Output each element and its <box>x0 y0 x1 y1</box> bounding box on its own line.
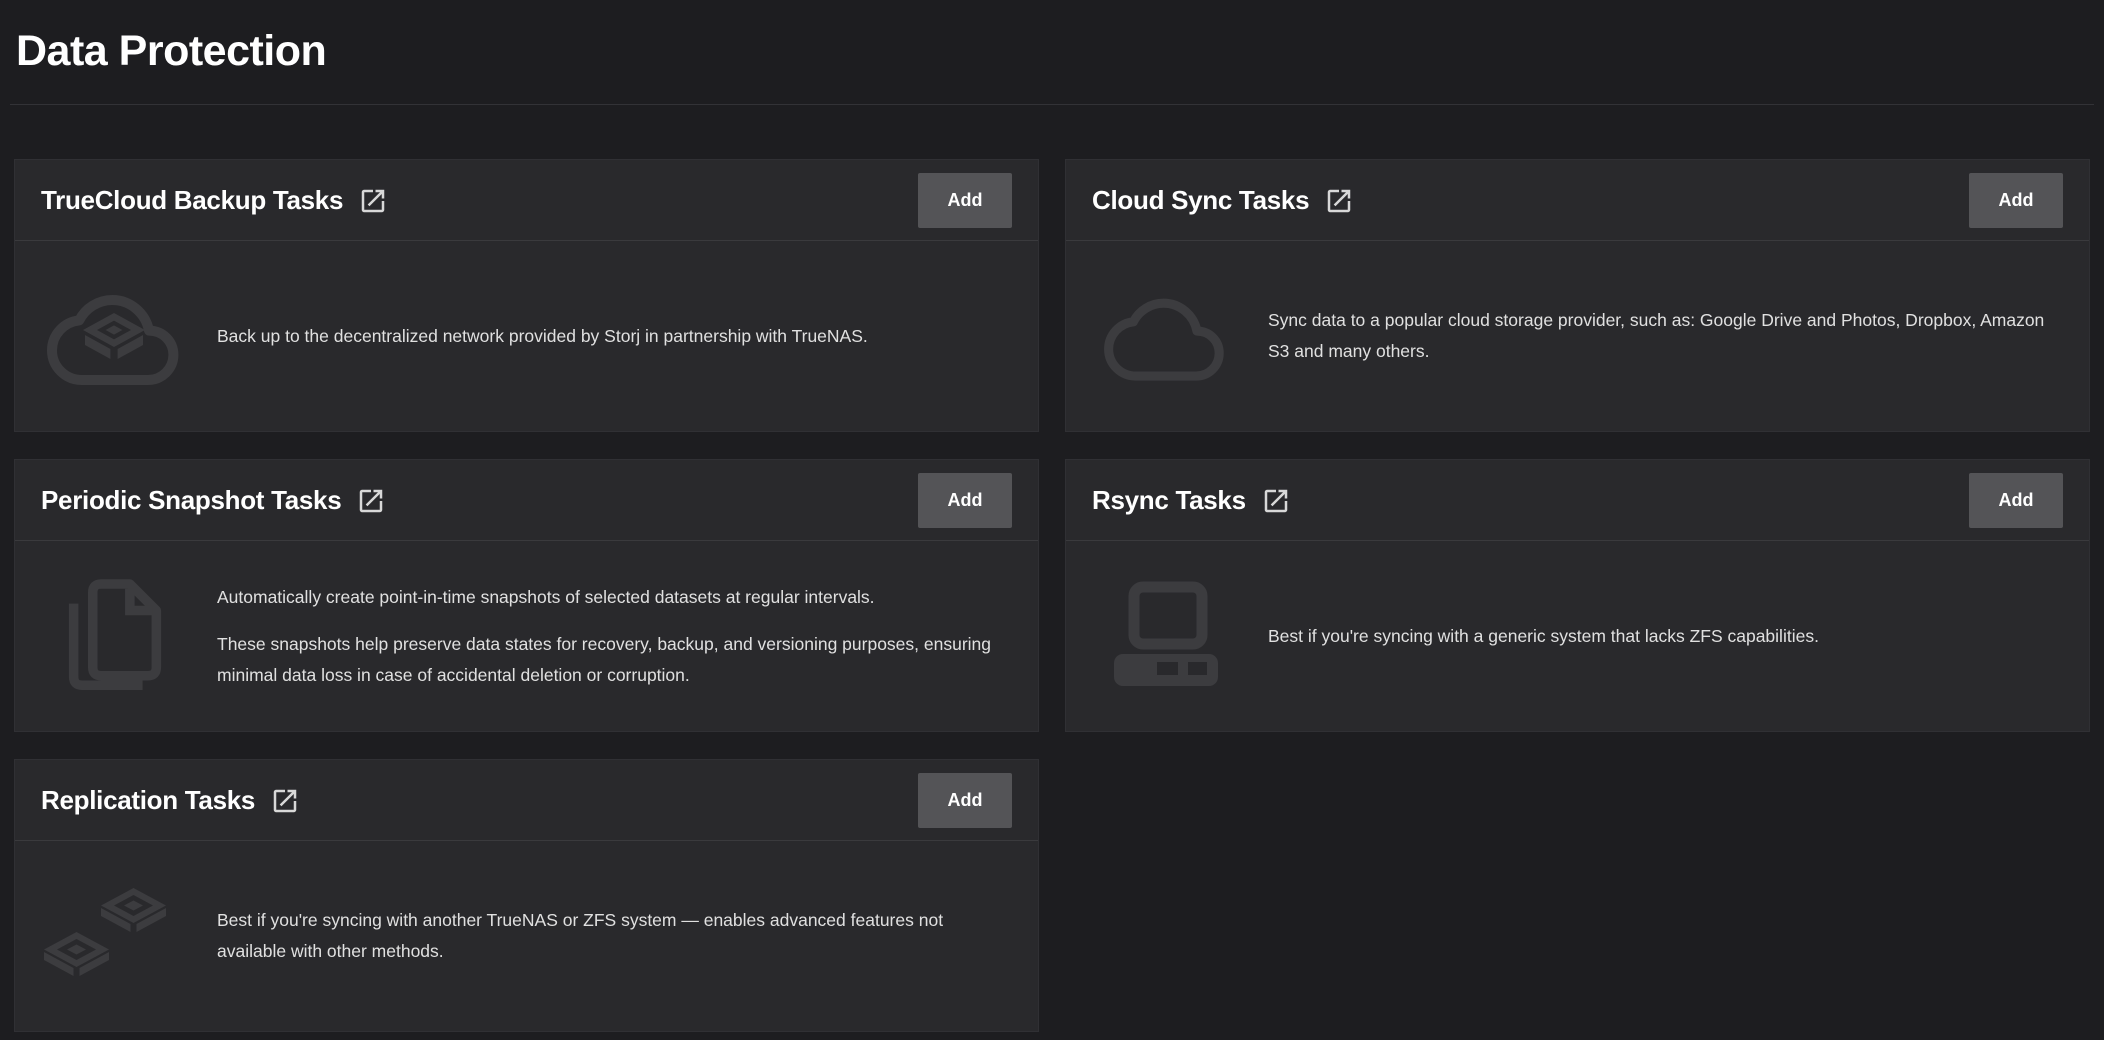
card-description-paragraph: Automatically create point-in-time snaps… <box>217 582 1008 613</box>
storj-cloud-icon <box>47 280 183 392</box>
card-title: Cloud Sync Tasks <box>1092 185 1309 216</box>
card-add-button[interactable]: Add <box>1969 473 2063 528</box>
card-rsync-tasks: Rsync Tasks Add Best if you're syncing w… <box>1065 459 2090 732</box>
card-description-paragraph: Best if you're syncing with a generic sy… <box>1268 621 2059 652</box>
page-title: Data Protection <box>16 26 2090 76</box>
card-description-paragraph: These snapshots help preserve data state… <box>217 629 1008 691</box>
card-description: Sync data to a popular cloud storage pro… <box>1268 305 2059 367</box>
card-icon <box>41 888 189 984</box>
open-in-new-icon[interactable] <box>358 186 388 216</box>
card-description-paragraph: Best if you're syncing with another True… <box>217 905 1008 967</box>
card-body: Back up to the decentralized network pro… <box>15 241 1038 431</box>
card-header: Cloud Sync Tasks Add <box>1066 160 2089 241</box>
card-add-button[interactable]: Add <box>918 473 1012 528</box>
card-title: Periodic Snapshot Tasks <box>41 485 341 516</box>
card-header: Rsync Tasks Add <box>1066 460 2089 541</box>
card-truecloud-backup-tasks: TrueCloud Backup Tasks Add <box>14 159 1039 432</box>
card-header: TrueCloud Backup Tasks Add <box>15 160 1038 241</box>
open-in-new-icon[interactable] <box>1324 186 1354 216</box>
card-cloud-sync-tasks: Cloud Sync Tasks Add Sync data to a popu… <box>1065 159 2090 432</box>
card-body: Best if you're syncing with another True… <box>15 841 1038 1031</box>
card-title: Rsync Tasks <box>1092 485 1246 516</box>
title-divider <box>10 104 2094 105</box>
card-header: Replication Tasks Add <box>15 760 1038 841</box>
card-periodic-snapshot-tasks: Periodic Snapshot Tasks Add Automaticall… <box>14 459 1039 732</box>
computer-icon <box>1108 581 1224 691</box>
card-header: Periodic Snapshot Tasks Add <box>15 460 1038 541</box>
card-icon <box>1092 285 1240 387</box>
truenas-cubes-icon <box>44 888 186 984</box>
card-add-button[interactable]: Add <box>918 773 1012 828</box>
cloud-icon <box>1104 285 1228 387</box>
card-description: Best if you're syncing with a generic sy… <box>1268 621 2059 652</box>
card-body: Best if you're syncing with a generic sy… <box>1066 541 2089 731</box>
cards-grid: TrueCloud Backup Tasks Add <box>14 159 2090 1032</box>
card-description-paragraph: Back up to the decentralized network pro… <box>217 321 1008 352</box>
card-title: TrueCloud Backup Tasks <box>41 185 343 216</box>
card-icon <box>41 280 189 392</box>
open-in-new-icon[interactable] <box>270 786 300 816</box>
card-description-paragraph: Sync data to a popular cloud storage pro… <box>1268 305 2059 367</box>
card-body: Sync data to a popular cloud storage pro… <box>1066 241 2089 431</box>
card-description: Best if you're syncing with another True… <box>217 905 1008 967</box>
card-body: Automatically create point-in-time snaps… <box>15 541 1038 731</box>
open-in-new-icon[interactable] <box>1261 486 1291 516</box>
card-add-button[interactable]: Add <box>1969 173 2063 228</box>
open-in-new-icon[interactable] <box>356 486 386 516</box>
card-description: Automatically create point-in-time snaps… <box>217 582 1008 691</box>
card-replication-tasks: Replication Tasks Add <box>14 759 1039 1032</box>
card-icon <box>41 577 189 696</box>
card-description: Back up to the decentralized network pro… <box>217 321 1008 352</box>
card-icon <box>1092 581 1240 691</box>
card-title: Replication Tasks <box>41 785 255 816</box>
card-add-button[interactable]: Add <box>918 173 1012 228</box>
data-protection-page: Data Protection TrueCloud Backup Tasks A… <box>0 0 2104 1032</box>
snapshots-icon <box>62 577 168 696</box>
